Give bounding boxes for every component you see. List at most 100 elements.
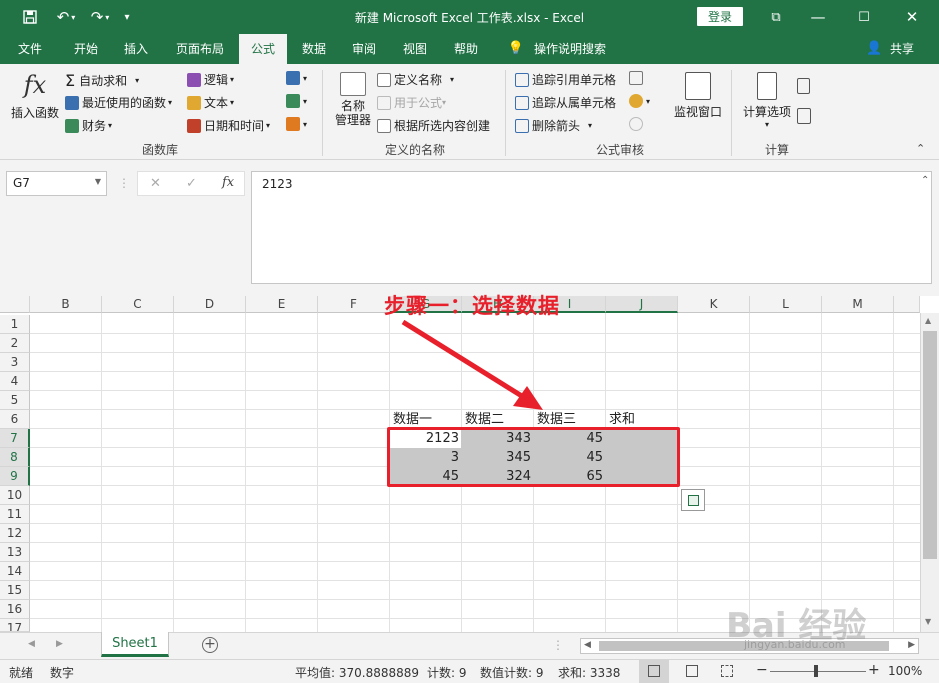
column-header-j[interactable]: J	[606, 296, 678, 313]
ribbon-display-icon[interactable]: ⧉	[764, 0, 788, 34]
calc-now-icon	[797, 78, 810, 94]
row-header-3[interactable]: 3	[0, 353, 30, 372]
remove-arrows-label: 删除箭头	[532, 119, 581, 133]
row-header-13[interactable]: 13	[0, 543, 30, 562]
calc-sheet-button[interactable]	[797, 108, 814, 124]
name-manager-button[interactable]: 名称 管理器	[333, 72, 373, 127]
column-header-f[interactable]: F	[318, 296, 390, 313]
column-header-e[interactable]: E	[246, 296, 318, 313]
calc-options-button[interactable]: 计算选项 ▾	[740, 72, 794, 129]
scroll-right-icon[interactable]: ▶	[908, 640, 915, 650]
tell-me-search[interactable]: 操作说明搜索	[528, 34, 612, 64]
chevron-down-icon[interactable]: ▼	[95, 177, 101, 186]
error-checking-button[interactable]: ▾	[629, 94, 650, 108]
row-header-9[interactable]: 9	[0, 467, 30, 486]
tab-view[interactable]: 视图	[393, 34, 437, 64]
select-all-corner[interactable]	[0, 296, 30, 313]
scroll-up-icon[interactable]: ▲	[925, 316, 931, 325]
normal-view-icon[interactable]	[639, 660, 669, 683]
recent-label: 最近使用的函数	[82, 96, 167, 110]
use-in-formula-button[interactable]: 用于公式 ▾	[377, 94, 446, 111]
quick-analysis-icon[interactable]	[681, 489, 705, 511]
zoom-slider-thumb[interactable]	[814, 665, 818, 677]
sheet-tab-sheet1[interactable]: Sheet1	[101, 632, 169, 657]
column-header-n[interactable]	[894, 296, 920, 313]
next-sheet-icon[interactable]: ▶	[56, 639, 63, 649]
column-header-b[interactable]: B	[30, 296, 102, 313]
watch-window-button[interactable]: 监视窗口	[672, 72, 724, 120]
text-label: 文本	[204, 96, 229, 110]
tab-data[interactable]: 数据	[292, 34, 336, 64]
tab-home[interactable]: 开始	[62, 34, 110, 64]
row-header-10[interactable]: 10	[0, 486, 30, 505]
close-button[interactable]: ✕	[900, 0, 924, 34]
calc-now-button[interactable]	[797, 78, 813, 94]
cancel-icon[interactable]: ✕	[150, 176, 161, 191]
formula-input[interactable]: 2123	[251, 171, 932, 284]
add-sheet-icon[interactable]: +	[202, 637, 218, 653]
row-header-14[interactable]: 14	[0, 562, 30, 581]
trace-dependents-button[interactable]: 追踪从属单元格	[515, 94, 616, 111]
create-from-selection-button[interactable]: 根据所选内容创建	[377, 117, 490, 134]
vertical-scrollbar[interactable]: ▲ ▼	[920, 313, 939, 632]
tab-help[interactable]: 帮助	[444, 34, 488, 64]
collapse-ribbon-icon[interactable]: ⌃	[916, 142, 925, 155]
maximize-button[interactable]: ☐	[852, 0, 876, 34]
zoom-out-button[interactable]: −	[756, 662, 768, 678]
math-button[interactable]: ▾	[286, 94, 307, 108]
page-break-view-icon[interactable]	[721, 665, 733, 677]
prev-sheet-icon[interactable]: ◀	[28, 639, 35, 649]
row-header-2[interactable]: 2	[0, 334, 30, 353]
datetime-button[interactable]: 日期和时间 ▾	[187, 117, 270, 134]
zoom-in-button[interactable]: +	[868, 662, 880, 678]
text-button[interactable]: 文本 ▾	[187, 94, 234, 111]
column-header-c[interactable]: C	[102, 296, 174, 313]
tab-file[interactable]: 文件	[8, 34, 52, 64]
enter-icon[interactable]: ✓	[186, 176, 197, 191]
share-button[interactable]: 共享	[884, 34, 920, 64]
tab-formulas[interactable]: 公式	[239, 34, 287, 64]
row-header-11[interactable]: 11	[0, 505, 30, 524]
page-layout-view-icon[interactable]	[686, 665, 698, 677]
row-header-4[interactable]: 4	[0, 372, 30, 391]
tab-insert[interactable]: 插入	[114, 34, 158, 64]
row-header-16[interactable]: 16	[0, 600, 30, 619]
row-header-7[interactable]: 7	[0, 429, 30, 448]
scroll-left-icon[interactable]: ◀	[584, 640, 591, 650]
autosum-button[interactable]: Σ 自动求和 ▾	[65, 71, 139, 90]
recent-functions-button[interactable]: 最近使用的函数 ▾	[65, 94, 172, 111]
evaluate-formula-button[interactable]	[629, 117, 646, 131]
financial-button[interactable]: 财务 ▾	[65, 117, 112, 134]
row-header-15[interactable]: 15	[0, 581, 30, 600]
zoom-level[interactable]: 100%	[888, 664, 922, 678]
more-functions-button[interactable]: ▾	[286, 117, 307, 131]
scroll-thumb[interactable]	[923, 331, 937, 559]
insert-function-button[interactable]: fx 插入函数	[9, 70, 61, 130]
minimize-button[interactable]: —	[806, 0, 830, 34]
row-header-5[interactable]: 5	[0, 391, 30, 410]
tab-page-layout[interactable]: 页面布局	[166, 34, 234, 64]
name-box[interactable]: G7 ▼	[6, 171, 107, 196]
tab-splitter-icon[interactable]: ⋮	[552, 638, 564, 652]
scroll-down-icon[interactable]: ▼	[925, 617, 931, 626]
column-header-m[interactable]: M	[822, 296, 894, 313]
zoom-slider[interactable]	[770, 671, 866, 672]
row-header-12[interactable]: 12	[0, 524, 30, 543]
row-header-6[interactable]: 6	[0, 410, 30, 429]
logical-button[interactable]: 逻辑 ▾	[187, 71, 234, 88]
define-name-button[interactable]: 定义名称 ▾	[377, 71, 454, 88]
insert-function-icon[interactable]: fx	[222, 175, 234, 190]
column-header-d[interactable]: D	[174, 296, 246, 313]
row-header-1[interactable]: 1	[0, 315, 30, 334]
row-header-17[interactable]: 17	[0, 619, 30, 632]
trace-precedents-button[interactable]: 追踪引用单元格	[515, 71, 616, 88]
row-header-8[interactable]: 8	[0, 448, 30, 467]
collapse-formula-bar-icon[interactable]: ⌃	[921, 175, 929, 186]
login-button[interactable]: 登录	[697, 7, 743, 26]
show-formulas-button[interactable]	[629, 71, 646, 85]
tab-review[interactable]: 审阅	[342, 34, 386, 64]
column-header-l[interactable]: L	[750, 296, 822, 313]
column-header-k[interactable]: K	[678, 296, 750, 313]
remove-arrows-button[interactable]: 删除箭头 ▾	[515, 117, 592, 134]
lookup-button[interactable]: ▾	[286, 71, 307, 85]
